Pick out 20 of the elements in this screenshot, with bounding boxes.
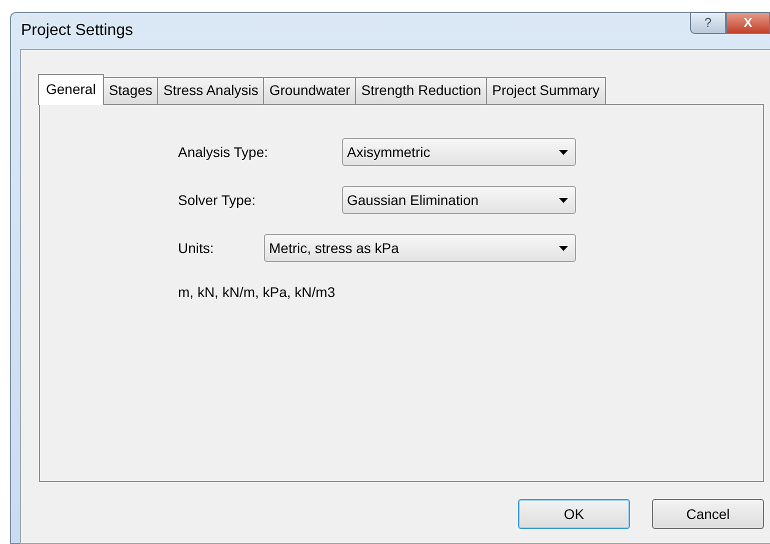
window-title: Project Settings (21, 21, 134, 41)
units-note: m, kN, kN/m, kPa, kN/m3 (178, 283, 336, 302)
tab[interactable]: Strength Reduction (355, 77, 488, 104)
tab[interactable]: General (38, 74, 104, 105)
caret-icon (559, 198, 568, 202)
field-label: Units: (178, 238, 215, 258)
dropdown[interactable]: Metric, stress as kPa (264, 234, 576, 262)
tab[interactable]: Groundwater (263, 77, 356, 104)
ok-button[interactable]: OK (518, 499, 630, 529)
tab[interactable]: Stress Analysis (157, 77, 264, 104)
dropdown[interactable]: Axisymmetric (342, 138, 576, 166)
caret-icon (559, 150, 568, 154)
dropdown[interactable]: Gaussian Elimination (342, 186, 576, 214)
help-button[interactable]: ? (690, 12, 726, 34)
tab[interactable]: Stages (102, 77, 158, 104)
caret-icon (559, 246, 568, 250)
field-label: Analysis Type: (178, 142, 270, 162)
tab[interactable]: Project Summary (486, 77, 606, 104)
field-label: Solver Type: (178, 190, 257, 210)
cancel-button[interactable]: Cancel (652, 499, 764, 529)
